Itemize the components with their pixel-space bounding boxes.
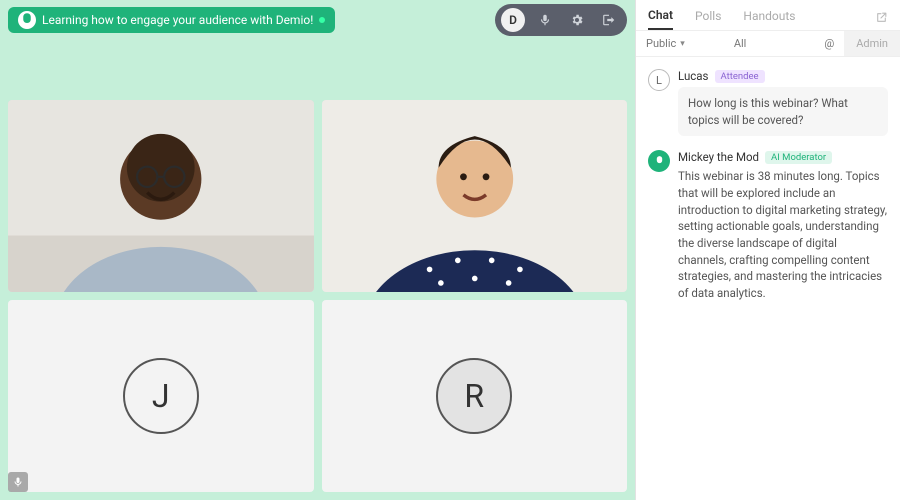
avatar-initial: R (436, 358, 512, 434)
participant-tile-4[interactable]: R (322, 300, 628, 492)
role-badge: Attendee (715, 70, 765, 83)
tab-chat[interactable]: Chat (648, 8, 673, 30)
session-title-chip: Learning how to engage your audience wit… (8, 7, 335, 33)
chat-sidebar: Chat Polls Handouts Public ▾ All @ Admin… (635, 0, 900, 500)
tab-handouts[interactable]: Handouts (743, 9, 795, 29)
chevron-down-icon: ▾ (680, 39, 685, 49)
message-author: Lucas (678, 69, 709, 83)
stage-controls: D (495, 4, 627, 36)
external-link-icon (875, 11, 888, 24)
message-text: How long is this webinar? What topics wi… (678, 87, 888, 136)
video-placeholder-icon (8, 100, 314, 292)
participant-grid: J R (0, 40, 635, 500)
chat-messages: L Lucas Attendee How long is this webina… (636, 57, 900, 500)
host-avatar-button[interactable]: D (501, 8, 525, 32)
mic-toggle-button[interactable] (533, 8, 557, 32)
chat-message: L Lucas Attendee How long is this webina… (648, 69, 888, 136)
filter-admin[interactable]: Admin (844, 31, 900, 56)
filter-mentions[interactable]: @ (814, 31, 844, 56)
session-title: Learning how to engage your audience wit… (42, 13, 313, 27)
avatar-initial: J (123, 358, 199, 434)
filter-all[interactable]: All (724, 31, 757, 56)
brand-icon (18, 11, 36, 29)
message-text: This webinar is 38 minutes long. Topics … (678, 168, 888, 301)
participant-tile-3[interactable]: J (8, 300, 314, 492)
bot-icon (653, 155, 666, 168)
tab-polls[interactable]: Polls (695, 9, 721, 29)
filter-public-label: Public (646, 37, 676, 50)
mic-icon (538, 13, 552, 27)
chat-message: Mickey the Mod AI Moderator This webinar… (648, 150, 888, 301)
top-bar: Learning how to engage your audience wit… (0, 0, 635, 40)
video-placeholder-icon (322, 100, 628, 292)
app-root: Learning how to engage your audience wit… (0, 0, 900, 500)
filter-public[interactable]: Public ▾ (636, 31, 695, 56)
exit-icon (602, 13, 616, 27)
live-indicator-icon (319, 17, 325, 23)
gear-icon (570, 13, 584, 27)
avatar (648, 150, 670, 172)
participant-tile-1[interactable] (8, 100, 314, 292)
settings-button[interactable] (565, 8, 589, 32)
avatar: L (648, 69, 670, 91)
leave-button[interactable] (597, 8, 621, 32)
video-stage: Learning how to engage your audience wit… (0, 0, 635, 500)
mic-icon (12, 476, 24, 488)
sidebar-tabs: Chat Polls Handouts (636, 0, 900, 31)
participant-tile-2[interactable] (322, 100, 628, 292)
popout-button[interactable] (875, 11, 888, 27)
chat-filter-bar: Public ▾ All @ Admin (636, 31, 900, 57)
message-author: Mickey the Mod (678, 150, 759, 164)
self-mic-indicator[interactable] (8, 472, 28, 492)
role-badge: AI Moderator (765, 151, 832, 164)
